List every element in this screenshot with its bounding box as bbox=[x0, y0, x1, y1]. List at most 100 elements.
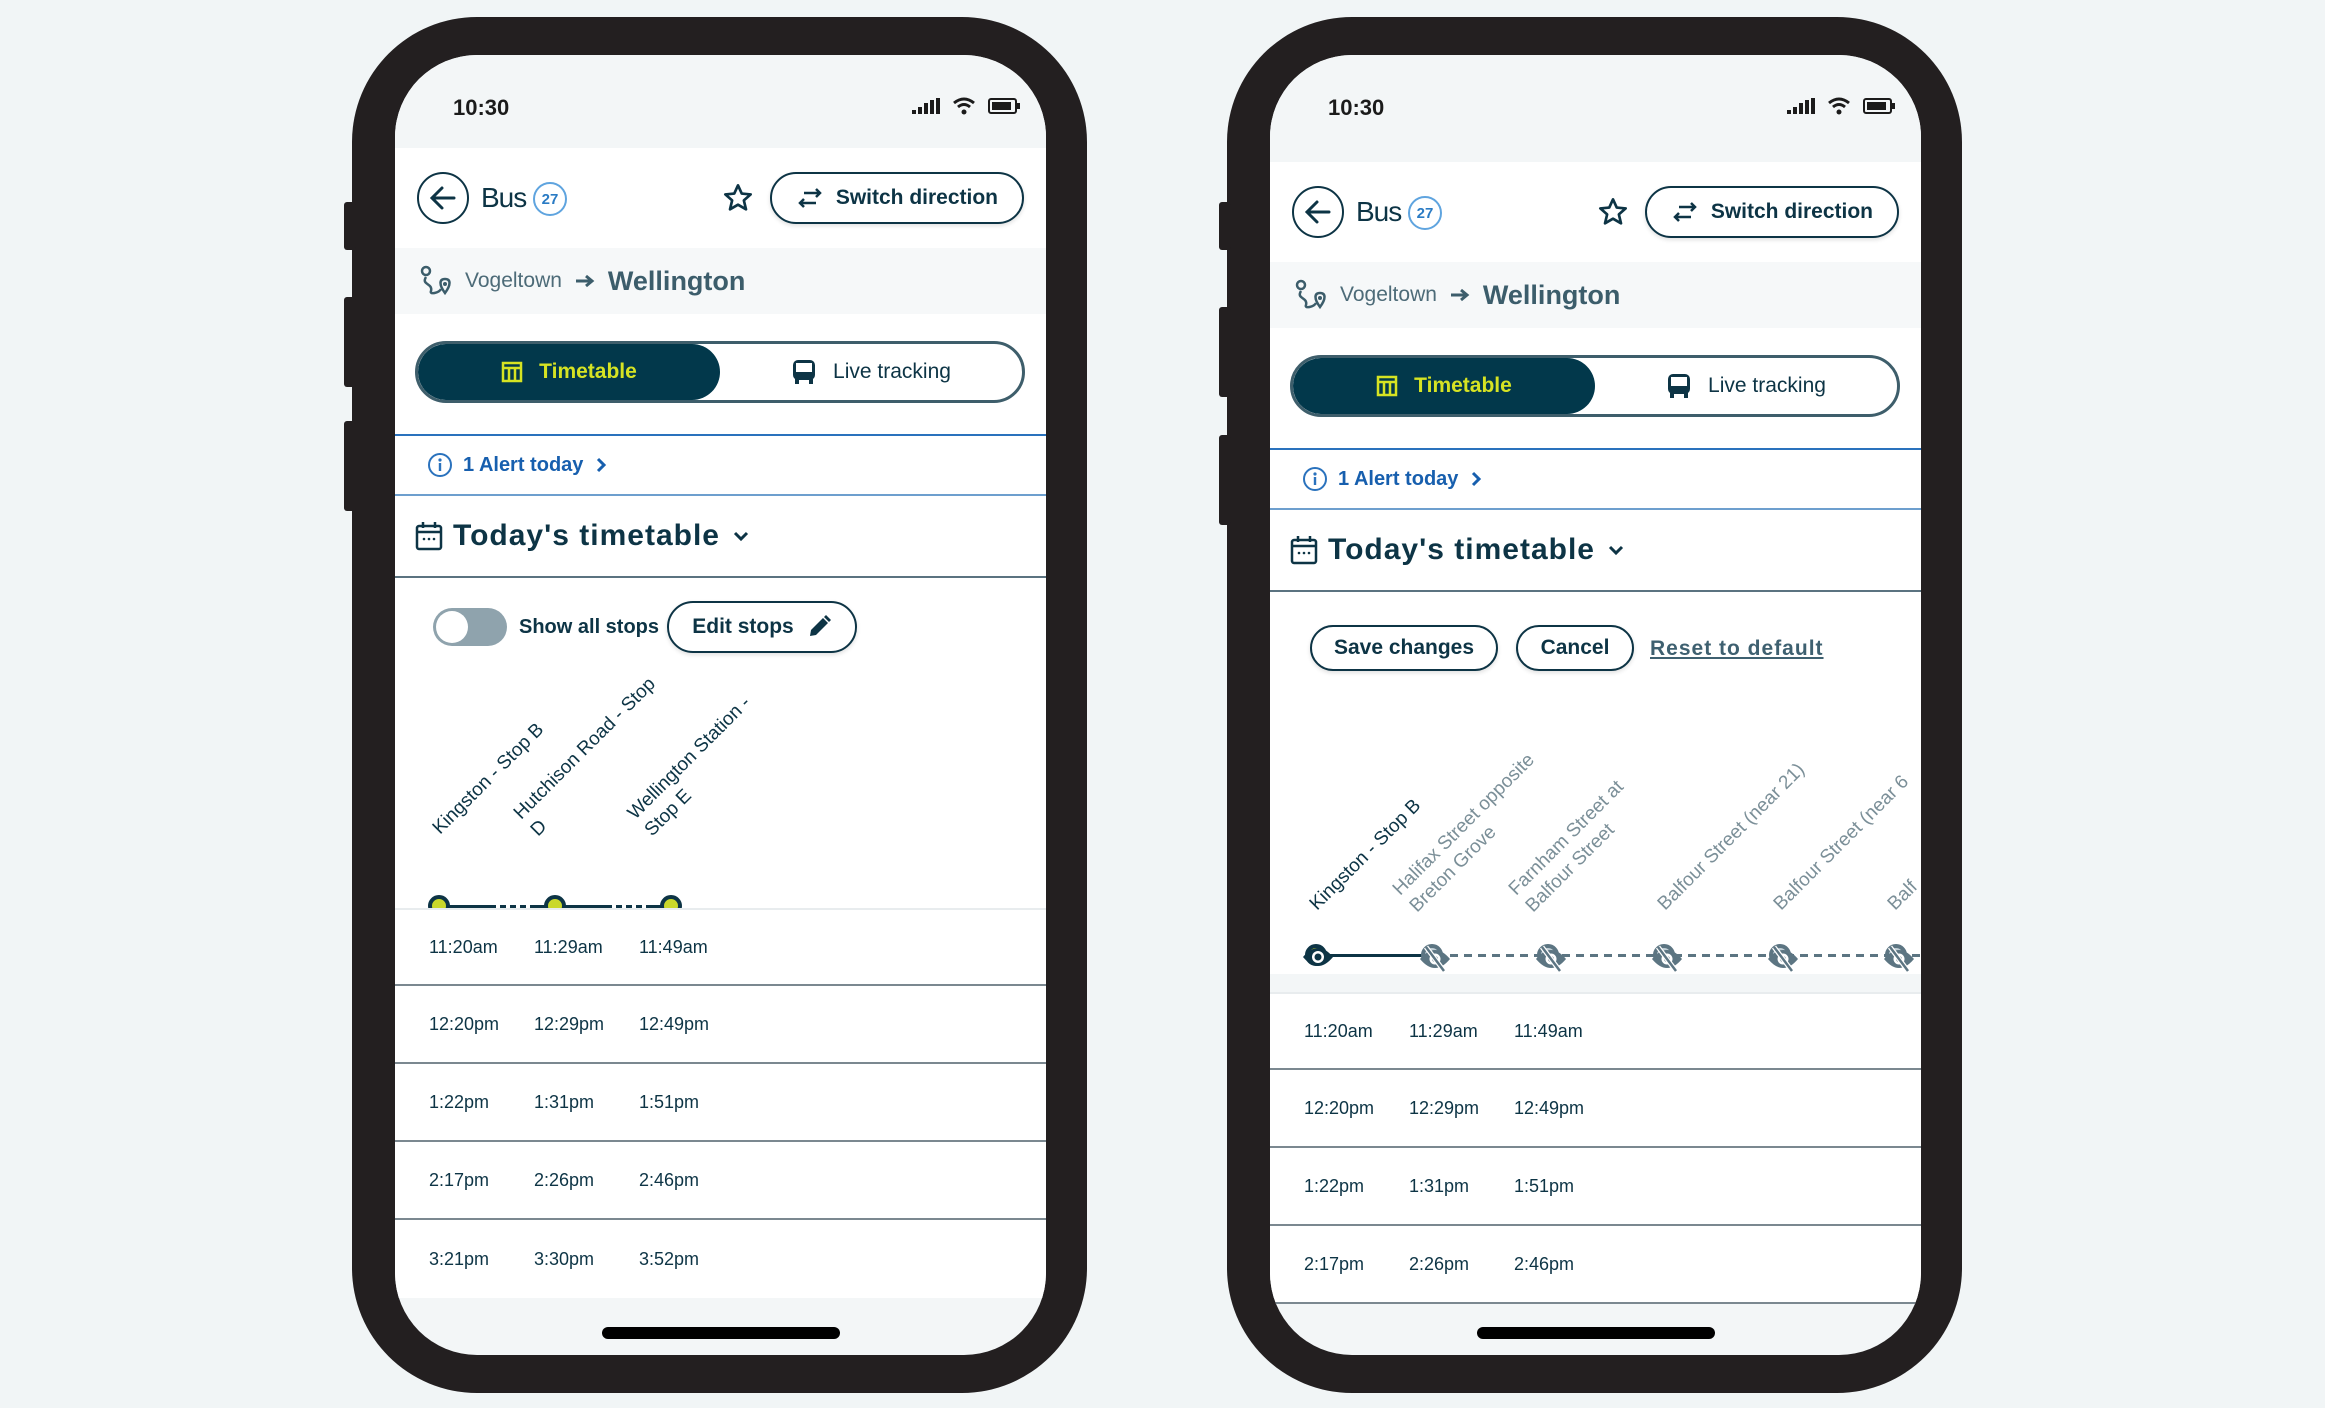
battery-icon bbox=[988, 98, 1020, 114]
tab-timetable-label: Timetable bbox=[1414, 374, 1512, 397]
info-icon bbox=[428, 453, 452, 477]
route-origin: Vogeltown bbox=[465, 269, 562, 292]
phone-side-button bbox=[344, 202, 356, 250]
phone-side-button bbox=[344, 297, 356, 387]
arrow-left-icon bbox=[429, 186, 456, 210]
cancel-button[interactable]: Cancel bbox=[1516, 625, 1634, 671]
eye-off-icon[interactable] bbox=[1766, 945, 1800, 973]
switch-direction-label: Switch direction bbox=[1710, 200, 1873, 223]
route-summary: Vogeltown Wellington bbox=[1270, 262, 1921, 328]
route-summary: Vogeltown Wellington bbox=[395, 248, 1046, 314]
tab-timetable[interactable]: Timetable bbox=[418, 344, 720, 400]
home-indicator[interactable] bbox=[601, 1327, 840, 1339]
stops-diagram: Show all stops Edit stops Kingston - Sto… bbox=[395, 578, 1046, 917]
route-pins-icon bbox=[420, 265, 451, 296]
timetable-row: 11:20am 11:29am 11:49am bbox=[1270, 992, 1921, 1070]
switch-direction-button[interactable]: Switch direction bbox=[769, 172, 1024, 224]
view-tabs: Timetable Live tracking bbox=[395, 314, 1046, 434]
info-icon bbox=[1303, 467, 1327, 491]
timetable-row: 1:22pm 1:31pm 1:51pm bbox=[395, 1064, 1046, 1142]
route-destination: Wellington bbox=[1482, 279, 1621, 310]
swap-arrows-icon bbox=[798, 188, 822, 208]
stop-label: Balf bbox=[1883, 876, 1921, 915]
eye-off-icon[interactable] bbox=[1418, 945, 1452, 973]
tab-timetable-label: Timetable bbox=[539, 360, 637, 383]
phone-side-button bbox=[1219, 202, 1231, 250]
tab-live-tracking-label: Live tracking bbox=[1708, 374, 1826, 397]
star-outline-icon[interactable] bbox=[722, 182, 754, 214]
phone-side-button bbox=[1219, 435, 1231, 525]
back-button[interactable] bbox=[417, 172, 469, 224]
tab-timetable[interactable]: Timetable bbox=[1293, 358, 1595, 414]
view-tabs: Timetable Live tracking bbox=[1270, 328, 1921, 448]
bus-front-icon bbox=[793, 360, 816, 384]
route-header: Bus 27 Switch direction bbox=[395, 148, 1046, 248]
visibility-toggles bbox=[1270, 945, 1921, 985]
status-bar: 10:30 bbox=[395, 55, 1046, 148]
back-button[interactable] bbox=[1292, 186, 1344, 238]
switch-direction-button[interactable]: Switch direction bbox=[1644, 186, 1899, 238]
timetable-row: 12:20pm 12:29pm 12:49pm bbox=[395, 986, 1046, 1064]
swap-arrows-icon bbox=[1673, 202, 1697, 222]
tab-live-tracking[interactable]: Live tracking bbox=[720, 344, 1022, 400]
eye-off-icon[interactable] bbox=[1650, 945, 1684, 973]
timetable-title-row[interactable]: Today's timetable bbox=[395, 496, 1046, 578]
route-pins-icon bbox=[1295, 279, 1326, 310]
status-bar: 10:30 bbox=[1270, 55, 1921, 162]
arrow-right-icon bbox=[1450, 288, 1470, 302]
alert-label: 1 Alert today bbox=[463, 453, 584, 476]
eye-off-icon[interactable] bbox=[1534, 945, 1568, 973]
route-header: Bus 27 Switch direction bbox=[1270, 162, 1921, 262]
arrow-right-icon bbox=[575, 274, 595, 288]
calendar-icon bbox=[1290, 536, 1318, 565]
switch-direction-label: Switch direction bbox=[835, 186, 998, 209]
alert-banner[interactable]: 1 Alert today bbox=[1270, 448, 1921, 510]
timetable-title: Today's timetable bbox=[1328, 533, 1595, 566]
timetable-row: 2:17pm 2:26pm 2:46pm bbox=[395, 1142, 1046, 1220]
alert-label: 1 Alert today bbox=[1338, 467, 1459, 490]
wifi-icon bbox=[953, 97, 975, 115]
chevron-down-icon bbox=[1608, 545, 1624, 556]
timetable-title-row[interactable]: Today's timetable bbox=[1270, 510, 1921, 592]
eye-off-icon[interactable] bbox=[1882, 945, 1916, 973]
save-changes-button[interactable]: Save changes bbox=[1310, 625, 1498, 671]
phone-side-button bbox=[344, 421, 356, 511]
stops-editor: Save changes Cancel Reset to default Kin… bbox=[1270, 592, 1921, 974]
edit-stops-label: Edit stops bbox=[692, 615, 794, 638]
timetable-title: Today's timetable bbox=[453, 519, 720, 552]
timetable-icon bbox=[1376, 375, 1398, 397]
chevron-down-icon bbox=[733, 531, 749, 542]
mode-label: Bus bbox=[481, 182, 527, 213]
pencil-icon bbox=[809, 615, 831, 636]
timetable-row: 3:21pm 3:30pm 3:52pm bbox=[395, 1220, 1046, 1298]
show-all-stops-label: Show all stops bbox=[519, 616, 660, 638]
route-number-badge: 27 bbox=[1408, 196, 1442, 230]
show-all-stops-toggle[interactable] bbox=[433, 608, 507, 646]
status-time: 10:30 bbox=[1328, 95, 1385, 120]
bus-front-icon bbox=[1668, 374, 1691, 398]
phone-edit-view: 10:30 Bus 27 Switch direction Vogeltown bbox=[1219, 17, 1962, 1393]
status-time: 10:30 bbox=[453, 95, 510, 120]
route-origin: Vogeltown bbox=[1340, 283, 1437, 306]
eye-icon[interactable] bbox=[1302, 945, 1334, 969]
chevron-right-icon bbox=[597, 457, 607, 473]
phone-default-view: 10:30 Bus 27 Switch direction Vogeltown bbox=[344, 17, 1087, 1393]
chevron-right-icon bbox=[1472, 471, 1482, 487]
reset-to-default-link[interactable]: Reset to default bbox=[1650, 637, 1824, 661]
mode-label: Bus bbox=[1356, 196, 1402, 227]
star-outline-icon[interactable] bbox=[1597, 196, 1629, 228]
timetable-row: 1:22pm 1:31pm 1:51pm bbox=[1270, 1148, 1921, 1226]
route-number-badge: 27 bbox=[533, 182, 567, 216]
signal-icon bbox=[912, 98, 940, 114]
arrow-left-icon bbox=[1304, 200, 1331, 224]
home-indicator[interactable] bbox=[1476, 1327, 1715, 1339]
tab-live-tracking[interactable]: Live tracking bbox=[1595, 358, 1897, 414]
alert-banner[interactable]: 1 Alert today bbox=[395, 434, 1046, 496]
wifi-icon bbox=[1828, 97, 1850, 115]
route-destination: Wellington bbox=[607, 265, 746, 296]
edit-stops-button[interactable]: Edit stops bbox=[667, 601, 857, 653]
timetable-row: 2:17pm 2:26pm 2:46pm bbox=[1270, 1226, 1921, 1304]
signal-icon bbox=[1787, 98, 1815, 114]
screen: 10:30 Bus 27 Switch direction Vogeltown bbox=[1270, 55, 1921, 1355]
timetable-row: 11:20am 11:29am 11:49am bbox=[395, 908, 1046, 986]
